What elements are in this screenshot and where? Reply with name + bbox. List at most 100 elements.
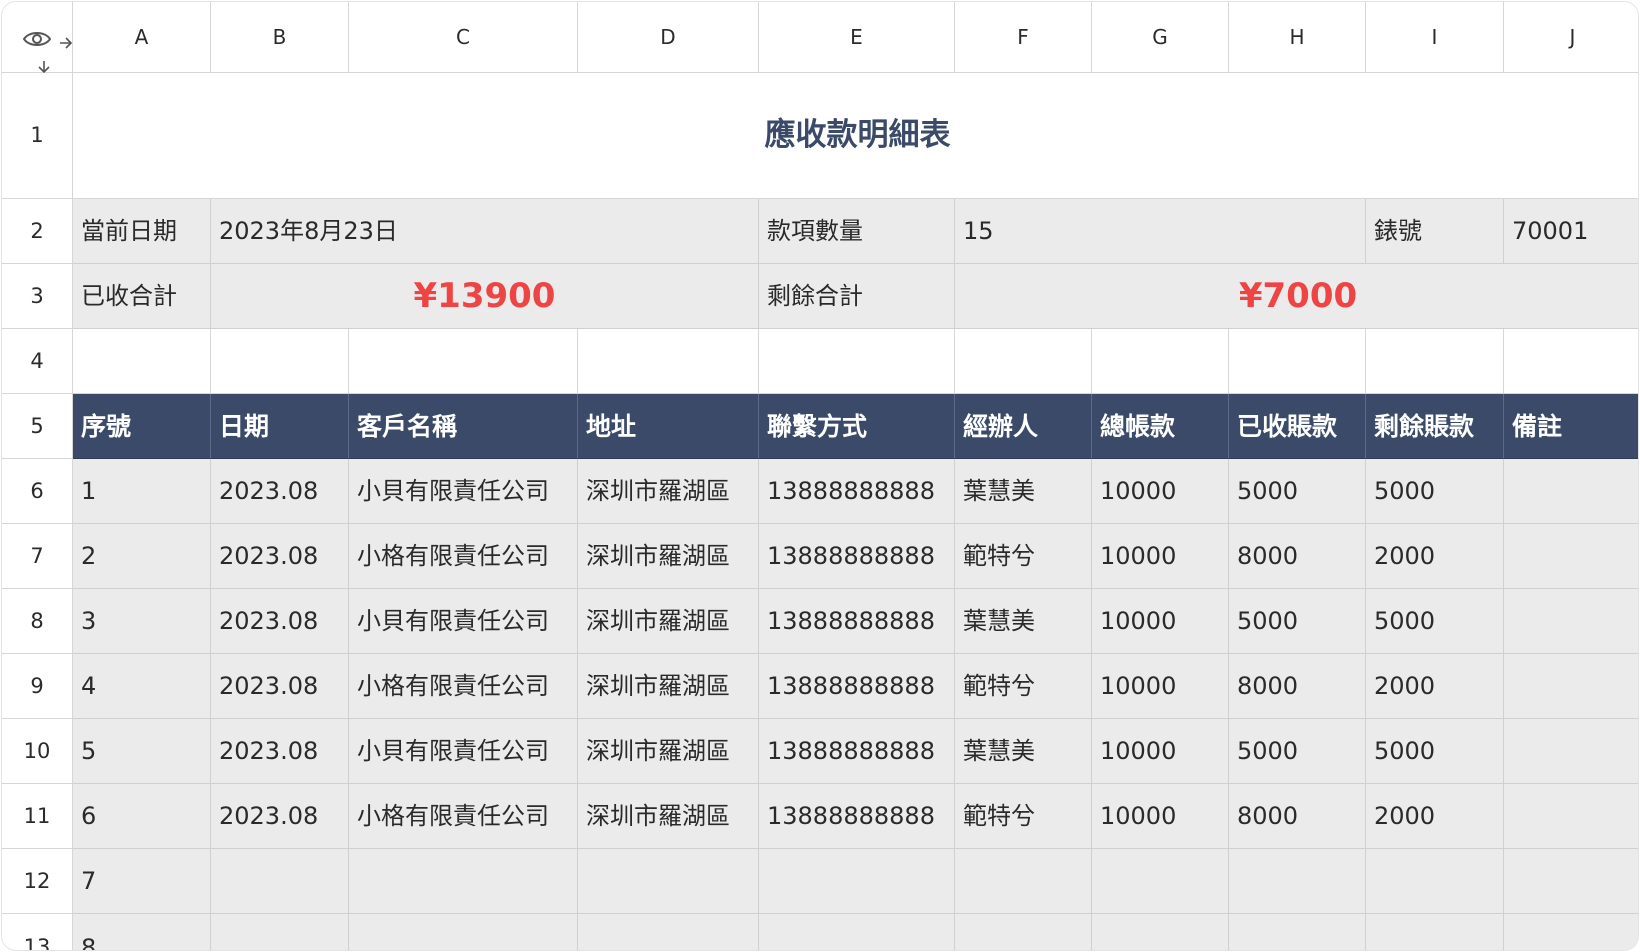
table-cell[interactable]: 小貝有限責任公司	[349, 719, 578, 784]
table-header-cell[interactable]: 剩餘賬款	[1366, 394, 1504, 459]
table-cell[interactable]: 8	[73, 914, 211, 950]
number-label-cell[interactable]: 錶號	[1366, 199, 1504, 264]
column-header-g[interactable]: G	[1092, 2, 1229, 73]
table-cell[interactable]: 深圳市羅湖區	[578, 459, 759, 524]
column-header-d[interactable]: D	[578, 2, 759, 73]
table-header-cell[interactable]: 總帳款	[1092, 394, 1229, 459]
table-cell[interactable]: 8000	[1229, 524, 1366, 589]
table-cell[interactable]: 5000	[1366, 719, 1504, 784]
empty-cell[interactable]	[578, 329, 759, 394]
table-header-cell[interactable]: 客戶名稱	[349, 394, 578, 459]
empty-cell[interactable]	[759, 329, 955, 394]
table-cell[interactable]: 小格有限責任公司	[349, 784, 578, 849]
table-cell[interactable]	[1092, 914, 1229, 950]
table-cell[interactable]: 範特兮	[955, 784, 1092, 849]
table-cell[interactable]: 13888888888	[759, 784, 955, 849]
table-cell[interactable]	[578, 849, 759, 914]
table-cell[interactable]	[1229, 914, 1366, 950]
number-value-cell[interactable]: 70001	[1504, 199, 1638, 264]
empty-cell[interactable]	[1366, 329, 1504, 394]
table-cell[interactable]: 1	[73, 459, 211, 524]
table-cell[interactable]: 小貝有限責任公司	[349, 459, 578, 524]
table-cell[interactable]: 範特兮	[955, 654, 1092, 719]
table-cell[interactable]	[1504, 589, 1638, 654]
table-cell[interactable]: 深圳市羅湖區	[578, 589, 759, 654]
row-header-3[interactable]: 3	[2, 264, 73, 329]
table-cell[interactable]: 2023.08	[211, 459, 349, 524]
column-header-a[interactable]: A	[73, 2, 211, 73]
table-cell[interactable]: 5	[73, 719, 211, 784]
column-header-f[interactable]: F	[955, 2, 1092, 73]
received-total-label-cell[interactable]: 已收合計	[73, 264, 211, 329]
table-cell[interactable]: 小格有限責任公司	[349, 524, 578, 589]
table-cell[interactable]	[759, 914, 955, 950]
received-total-value-cell[interactable]: ¥13900	[211, 264, 759, 329]
table-cell[interactable]: 2000	[1366, 784, 1504, 849]
table-header-cell[interactable]: 日期	[211, 394, 349, 459]
date-value-cell[interactable]: 2023年8月23日	[211, 199, 759, 264]
table-cell[interactable]: 葉慧美	[955, 459, 1092, 524]
table-header-cell[interactable]: 聯繫方式	[759, 394, 955, 459]
column-header-j[interactable]: J	[1504, 2, 1638, 73]
table-cell[interactable]: 13888888888	[759, 524, 955, 589]
table-cell[interactable]	[349, 849, 578, 914]
table-cell[interactable]: 4	[73, 654, 211, 719]
table-cell[interactable]: 10000	[1092, 589, 1229, 654]
table-cell[interactable]: 5000	[1366, 459, 1504, 524]
table-header-cell[interactable]: 備註	[1504, 394, 1638, 459]
row-header-2[interactable]: 2	[2, 199, 73, 264]
table-header-cell[interactable]: 地址	[578, 394, 759, 459]
column-header-i[interactable]: I	[1366, 2, 1504, 73]
table-cell[interactable]: 5000	[1229, 589, 1366, 654]
table-cell[interactable]: 2000	[1366, 524, 1504, 589]
table-cell[interactable]: 7	[73, 849, 211, 914]
row-header-9[interactable]: 9	[2, 654, 73, 719]
table-cell[interactable]: 3	[73, 589, 211, 654]
table-cell[interactable]: 8000	[1229, 654, 1366, 719]
empty-cell[interactable]	[73, 329, 211, 394]
table-cell[interactable]	[1504, 524, 1638, 589]
table-cell[interactable]: 2023.08	[211, 654, 349, 719]
table-cell[interactable]	[349, 914, 578, 950]
table-cell[interactable]: 8000	[1229, 784, 1366, 849]
table-cell[interactable]	[1366, 914, 1504, 950]
table-cell[interactable]: 10000	[1092, 784, 1229, 849]
table-cell[interactable]: 10000	[1092, 719, 1229, 784]
row-header-7[interactable]: 7	[2, 524, 73, 589]
row-header-12[interactable]: 12	[2, 849, 73, 914]
table-cell[interactable]	[1504, 654, 1638, 719]
table-cell[interactable]: 10000	[1092, 524, 1229, 589]
table-cell[interactable]	[1504, 914, 1638, 950]
empty-cell[interactable]	[1092, 329, 1229, 394]
table-cell[interactable]	[578, 914, 759, 950]
row-header-4[interactable]: 4	[2, 329, 73, 394]
table-cell[interactable]: 葉慧美	[955, 719, 1092, 784]
table-cell[interactable]: 2023.08	[211, 589, 349, 654]
table-cell[interactable]: 6	[73, 784, 211, 849]
table-cell[interactable]: 5000	[1229, 459, 1366, 524]
date-label-cell[interactable]: 當前日期	[73, 199, 211, 264]
count-label-cell[interactable]: 款項數量	[759, 199, 955, 264]
empty-cell[interactable]	[1504, 329, 1638, 394]
table-cell[interactable]	[1504, 784, 1638, 849]
count-value-cell[interactable]: 15	[955, 199, 1366, 264]
table-cell[interactable]: 5000	[1366, 589, 1504, 654]
row-header-13[interactable]: 13	[2, 914, 73, 950]
table-cell[interactable]: 範特兮	[955, 524, 1092, 589]
table-header-cell[interactable]: 已收賬款	[1229, 394, 1366, 459]
empty-cell[interactable]	[955, 329, 1092, 394]
table-cell[interactable]	[1504, 719, 1638, 784]
table-cell[interactable]	[955, 849, 1092, 914]
table-cell[interactable]: 深圳市羅湖區	[578, 524, 759, 589]
empty-cell[interactable]	[1229, 329, 1366, 394]
table-cell[interactable]: 10000	[1092, 654, 1229, 719]
table-cell[interactable]	[759, 849, 955, 914]
table-cell[interactable]	[1092, 849, 1229, 914]
table-cell[interactable]	[211, 914, 349, 950]
table-cell[interactable]: 13888888888	[759, 589, 955, 654]
table-cell[interactable]	[1504, 459, 1638, 524]
table-cell[interactable]: 2023.08	[211, 524, 349, 589]
row-header-11[interactable]: 11	[2, 784, 73, 849]
table-cell[interactable]: 13888888888	[759, 654, 955, 719]
eye-icon[interactable]	[22, 28, 52, 54]
